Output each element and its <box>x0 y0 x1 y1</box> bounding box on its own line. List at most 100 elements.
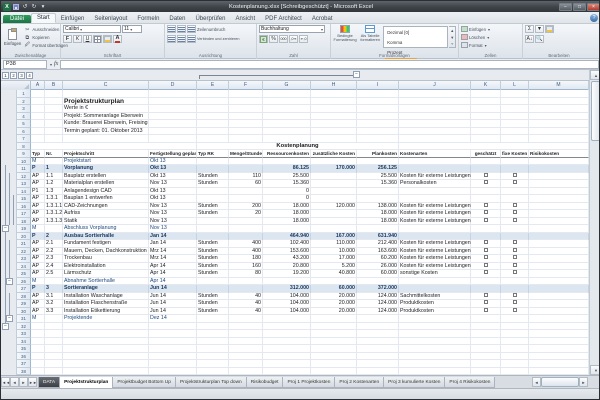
cell-M15[interactable] <box>529 195 589 203</box>
cell-J29[interactable]: Produktkosten <box>399 300 471 308</box>
cell-F36[interactable] <box>229 353 263 361</box>
cell-B16[interactable]: 1.3.1.1 <box>45 203 63 211</box>
formula-input[interactable] <box>60 60 599 69</box>
cell-D14[interactable]: Okt 13 <box>149 188 197 196</box>
cell-J17[interactable]: Kosten für externe Leistungen <box>399 210 471 218</box>
cell-G34[interactable] <box>263 338 311 346</box>
column-header-D[interactable]: D <box>149 81 197 90</box>
clear-button[interactable] <box>545 25 554 33</box>
cell-L18[interactable] <box>501 218 529 226</box>
number-format-select[interactable]: Buchhaltung▾ <box>259 25 325 33</box>
cell-M27[interactable] <box>529 285 589 293</box>
cell-C16[interactable]: CAD-Zeichnungen <box>63 203 149 211</box>
cell-D32[interactable] <box>149 323 197 331</box>
cell-H16[interactable]: 120.000 <box>311 203 357 211</box>
style-item-dezimal-0-[interactable]: Dezimal [0] <box>385 28 417 37</box>
checkbox-geschaetzt[interactable] <box>484 203 488 207</box>
cell-F26[interactable] <box>229 278 263 286</box>
cell-A34[interactable] <box>31 338 45 346</box>
cell-K13[interactable] <box>471 180 501 188</box>
cell-I29[interactable]: 124.000 <box>357 300 399 308</box>
cell-M1[interactable] <box>529 90 589 98</box>
cell-D26[interactable]: Apr 14 <box>149 278 197 286</box>
cell-M26[interactable] <box>529 278 589 286</box>
cell-B36[interactable] <box>45 353 63 361</box>
cell-B3[interactable] <box>45 105 63 113</box>
row-header-10[interactable]: 10 <box>17 158 31 166</box>
cell-H23[interactable]: 17.000 <box>311 255 357 263</box>
percent-format-button[interactable]: % <box>269 35 278 43</box>
cell-E7[interactable] <box>197 135 229 143</box>
align-right-button[interactable] <box>187 35 196 43</box>
cell-G10[interactable] <box>263 158 311 166</box>
cell-D1[interactable] <box>149 90 197 98</box>
cell-I14[interactable] <box>357 188 399 196</box>
cell-B22[interactable]: 2.2 <box>45 248 63 256</box>
cell-M38[interactable] <box>529 368 589 376</box>
cell-G28[interactable]: 104.000 <box>263 293 311 301</box>
cell-A1[interactable] <box>31 90 45 98</box>
cell-G36[interactable] <box>263 353 311 361</box>
row-header-36[interactable]: 36 <box>17 353 31 361</box>
cell-I26[interactable] <box>357 278 399 286</box>
cell-I3[interactable] <box>357 105 399 113</box>
cell-G4[interactable] <box>263 113 311 121</box>
cell-I11[interactable]: 256.125 <box>357 165 399 173</box>
cell-D18[interactable]: Nov 13 <box>149 218 197 226</box>
cell-D23[interactable]: Mrz 14 <box>149 255 197 263</box>
decrease-decimal-button[interactable]: ↞,0 <box>299 35 308 43</box>
cell-E28[interactable]: Stunden <box>197 293 229 301</box>
cell-L30[interactable] <box>501 308 529 316</box>
cell-I20[interactable]: 631.940 <box>357 233 399 241</box>
cell-J30[interactable]: Produktkosten <box>399 308 471 316</box>
row-header-27[interactable]: 27 <box>17 285 31 293</box>
cell-L34[interactable] <box>501 338 529 346</box>
cell-G3[interactable] <box>263 105 311 113</box>
cell-E10[interactable] <box>197 158 229 166</box>
cell-L7[interactable] <box>501 135 529 143</box>
cell-C11[interactable]: Vorplanung <box>63 165 149 173</box>
cell-F2[interactable] <box>229 98 263 106</box>
cell-J4[interactable] <box>399 113 471 121</box>
cell-K16[interactable] <box>471 203 501 211</box>
cell-K26[interactable] <box>471 278 501 286</box>
cell-G19[interactable] <box>263 225 311 233</box>
scroll-up-icon[interactable]: ▲ <box>590 70 600 80</box>
cell-M25[interactable] <box>529 270 589 278</box>
row-header-22[interactable]: 22 <box>17 248 31 256</box>
cell-J1[interactable] <box>399 90 471 98</box>
cell-J15[interactable] <box>399 195 471 203</box>
cell-F9[interactable]: Menge/Stunden <box>229 150 263 158</box>
cell-C25[interactable]: Lärmschutz <box>63 270 149 278</box>
row-header-6[interactable]: 6 <box>17 128 31 136</box>
cell-D15[interactable]: Okt 13 <box>149 195 197 203</box>
row-header-30[interactable]: 30 <box>17 308 31 316</box>
cell-I1[interactable] <box>357 90 399 98</box>
cell-H2[interactable] <box>311 98 357 106</box>
checkbox-fixe-kosten[interactable] <box>513 240 517 244</box>
row-header-31[interactable]: 31 <box>17 315 31 323</box>
cell-B35[interactable] <box>45 345 63 353</box>
outline-collapse-button[interactable]: − <box>6 315 13 322</box>
cell-A8[interactable] <box>31 143 197 151</box>
cell-B1[interactable] <box>45 90 63 98</box>
cell-M23[interactable] <box>529 255 589 263</box>
cell-H20[interactable]: 167.000 <box>311 233 357 241</box>
cell-F21[interactable]: 400 <box>229 240 263 248</box>
cell-I13[interactable]: 15.360 <box>357 180 399 188</box>
cell-L31[interactable] <box>501 315 529 323</box>
cell-E3[interactable] <box>197 105 229 113</box>
cell-K1[interactable] <box>471 90 501 98</box>
row-header-2[interactable]: 2 <box>17 98 31 106</box>
cell-I34[interactable] <box>357 338 399 346</box>
cell-A18[interactable]: AP <box>31 218 45 226</box>
cell-H6[interactable] <box>311 128 357 136</box>
cell-H10[interactable] <box>311 158 357 166</box>
cell-C29[interactable]: Installation Flaschenstraße <box>63 300 149 308</box>
cell-I4[interactable] <box>357 113 399 121</box>
cell-G26[interactable] <box>263 278 311 286</box>
cell-K30[interactable] <box>471 308 501 316</box>
cell-I32[interactable] <box>357 323 399 331</box>
cell-F35[interactable] <box>229 345 263 353</box>
row-header-13[interactable]: 13 <box>17 180 31 188</box>
